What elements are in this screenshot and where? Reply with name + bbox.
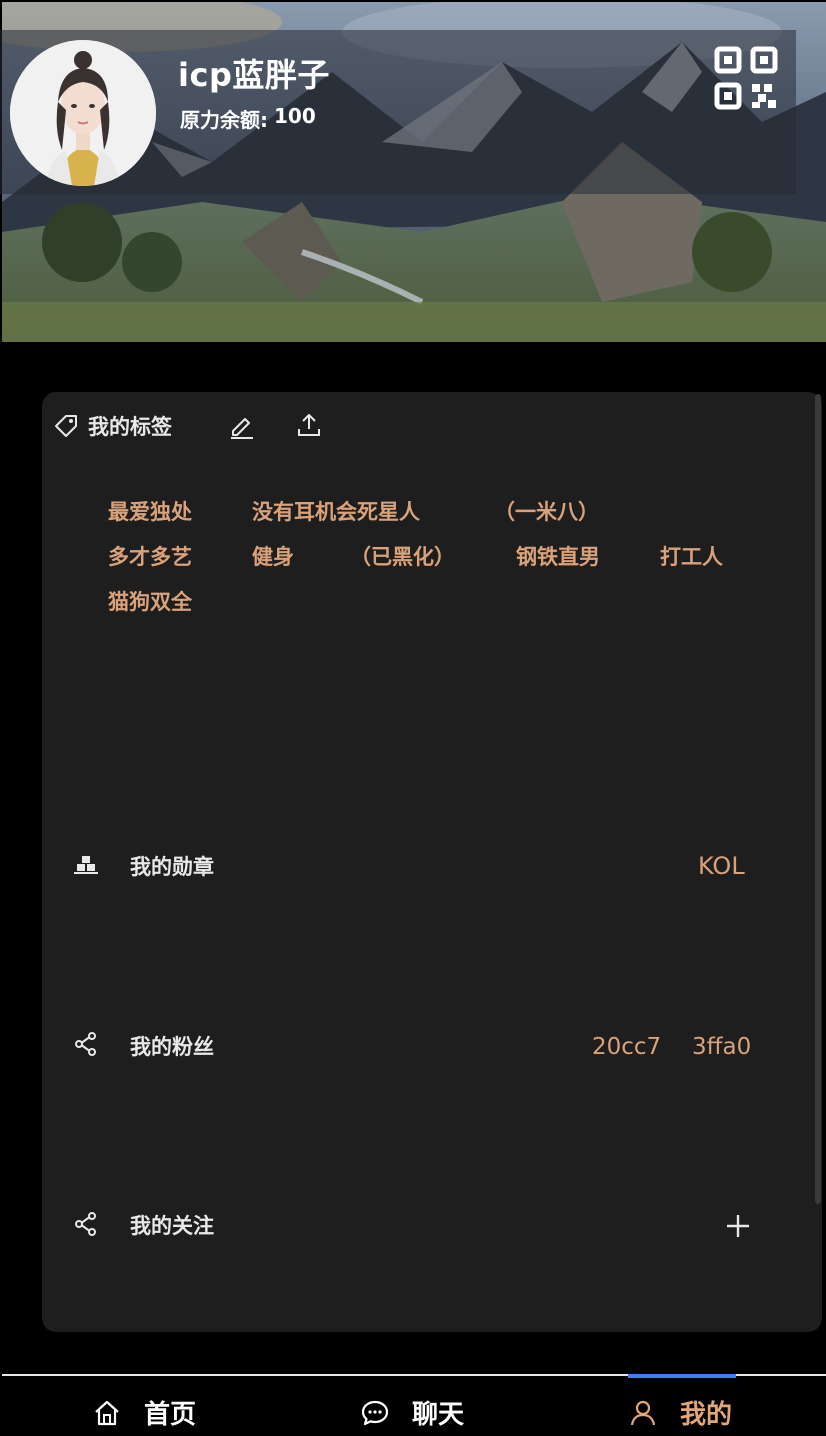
tab-home[interactable]: 首页 [92, 1394, 196, 1431]
tag-item[interactable]: 打工人 [660, 541, 723, 571]
tab-profile-label: 我的 [680, 1400, 733, 1430]
avatar[interactable] [10, 40, 156, 186]
share-tags-button[interactable] [294, 410, 324, 440]
tag-item[interactable]: （一米八） [494, 496, 599, 526]
tag-item[interactable]: （已黑化） [350, 541, 455, 571]
balance-label: 原力余额: [180, 108, 268, 132]
medal-badge[interactable]: KOL [698, 852, 745, 880]
home-icon [95, 1400, 119, 1425]
chat-bubble-icon [361, 1400, 389, 1425]
upload-icon [298, 414, 320, 436]
tag-item[interactable]: 多才多艺 [108, 541, 192, 571]
balance: 原力余额: 100 [180, 104, 316, 133]
qr-code-button[interactable] [712, 44, 780, 112]
pencil-icon [231, 418, 253, 439]
avatar-illustration [10, 40, 156, 186]
tag-icon [55, 415, 77, 437]
tag-item[interactable]: 最爱独处 [108, 496, 192, 526]
tab-home-label: 首页 [144, 1400, 197, 1430]
tab-chat[interactable]: 聊天 [360, 1394, 464, 1431]
fan-item[interactable]: 3ffa0 [692, 1034, 751, 1060]
card-scrollbar[interactable] [815, 394, 821, 1204]
add-following-button[interactable] [724, 1212, 752, 1240]
tags-header: 我的标签 [52, 408, 172, 444]
share-nodes-icon [75, 1212, 96, 1236]
tab-profile[interactable]: 我的 [628, 1394, 732, 1431]
qr-code-icon [714, 46, 778, 110]
tag-item[interactable]: 没有耳机会死星人 [252, 496, 420, 526]
tag-item[interactable]: 钢铁直男 [516, 541, 600, 571]
bottom-nav: 首页 聊天 我的 [2, 1374, 826, 1436]
tag-item[interactable]: 猫狗双全 [108, 586, 192, 616]
username: icp蓝胖子 [178, 56, 330, 94]
active-tab-indicator [628, 1374, 736, 1378]
fans-label: 我的粉丝 [130, 1035, 214, 1059]
balance-value: 100 [274, 104, 316, 128]
tab-chat-label: 聊天 [412, 1400, 465, 1430]
medals-label: 我的勋章 [130, 855, 214, 879]
share-nodes-icon [75, 1032, 96, 1056]
tags-title: 我的标签 [88, 415, 172, 439]
medal-blocks-icon [74, 856, 98, 874]
tag-item[interactable]: 健身 [252, 541, 294, 571]
plus-icon [727, 1215, 749, 1237]
following-label: 我的关注 [130, 1214, 214, 1238]
fan-item[interactable]: 20cc7 [592, 1034, 661, 1060]
user-icon [630, 1400, 656, 1425]
edit-tags-button[interactable] [226, 410, 256, 440]
